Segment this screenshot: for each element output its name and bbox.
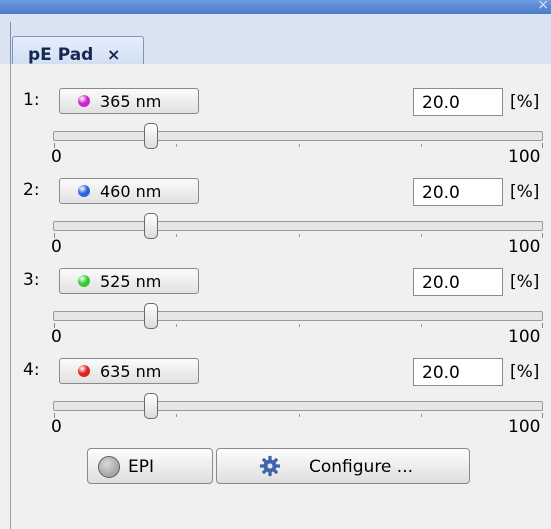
channel-wavelength: 525 nm [100, 272, 162, 291]
slider-tick [421, 234, 422, 237]
pe-pad-panel: 1: 365 nm 20.0 [%] 0 100 2: 460 nm 20.0 … [10, 64, 551, 529]
slider-tick [299, 144, 300, 147]
channel-unit: [%] [510, 182, 540, 202]
slider-tick [176, 414, 177, 417]
channel-3-slider-thumb[interactable] [144, 303, 158, 329]
channel-2-slider-thumb[interactable] [144, 213, 158, 239]
channel-unit: [%] [510, 362, 540, 382]
channel-1-slider-thumb[interactable] [144, 123, 158, 149]
channel-1-value-input[interactable]: 20.0 [413, 88, 503, 116]
channel-index: 4: [23, 360, 40, 380]
slider-tick [542, 233, 543, 238]
channel-3-slider-track[interactable] [53, 311, 543, 321]
channel-4-slider-track[interactable] [53, 401, 543, 411]
channel-4-button[interactable]: 635 nm [59, 358, 199, 384]
slider-tick [542, 323, 543, 328]
channel-2-slider-track[interactable] [53, 221, 543, 231]
tab-bar: pE Pad × [0, 14, 551, 78]
channel-4-value-input[interactable]: 20.0 [413, 358, 503, 386]
slider-max-label: 100 [508, 237, 541, 257]
tab-bar-divider [10, 22, 11, 64]
slider-max-label: 100 [508, 327, 541, 347]
slider-max-label: 100 [508, 147, 541, 167]
channel-1-button[interactable]: 365 nm [59, 88, 199, 114]
channel-wavelength: 635 nm [100, 362, 162, 381]
slider-tick [421, 414, 422, 417]
channel-unit: [%] [510, 272, 540, 292]
window-close-icon[interactable]: × [537, 0, 549, 13]
tab-title: pE Pad [28, 45, 94, 65]
slider-min-label: 0 [51, 147, 62, 167]
channel-index: 1: [23, 90, 40, 110]
led-indicator-icon [98, 456, 120, 478]
channel-color-dot-icon [78, 365, 90, 377]
slider-min-label: 0 [51, 327, 62, 347]
channel-3-value-input[interactable]: 20.0 [413, 268, 503, 296]
channel-color-dot-icon [78, 185, 90, 197]
channel-index: 2: [23, 180, 40, 200]
slider-tick [176, 144, 177, 147]
slider-tick [299, 234, 300, 237]
channel-2-value-input[interactable]: 20.0 [413, 178, 503, 206]
slider-max-label: 100 [508, 417, 541, 437]
channel-color-dot-icon [78, 95, 90, 107]
slider-min-label: 0 [51, 237, 62, 257]
channel-3-button[interactable]: 525 nm [59, 268, 199, 294]
channel-1-slider-track[interactable] [53, 131, 543, 141]
channel-4-slider-thumb[interactable] [144, 393, 158, 419]
tab-close-icon[interactable]: × [107, 45, 120, 64]
configure-button-label: Configure ... [309, 457, 414, 477]
slider-tick [542, 413, 543, 418]
channel-index: 3: [23, 270, 40, 290]
epi-button[interactable]: EPI [87, 448, 213, 484]
gear-icon [259, 455, 281, 477]
channel-unit: [%] [510, 92, 540, 112]
slider-tick [299, 414, 300, 417]
epi-button-label: EPI [128, 457, 155, 477]
slider-tick [176, 324, 177, 327]
channel-color-dot-icon [78, 275, 90, 287]
slider-min-label: 0 [51, 417, 62, 437]
configure-button[interactable]: Configure ... [216, 448, 470, 484]
slider-tick [542, 143, 543, 148]
channel-2-button[interactable]: 460 nm [59, 178, 199, 204]
slider-tick [421, 324, 422, 327]
slider-tick [299, 324, 300, 327]
slider-tick [421, 144, 422, 147]
channel-wavelength: 460 nm [100, 182, 162, 201]
slider-tick [176, 234, 177, 237]
window-titlebar: × [0, 0, 551, 14]
channel-wavelength: 365 nm [100, 92, 162, 111]
